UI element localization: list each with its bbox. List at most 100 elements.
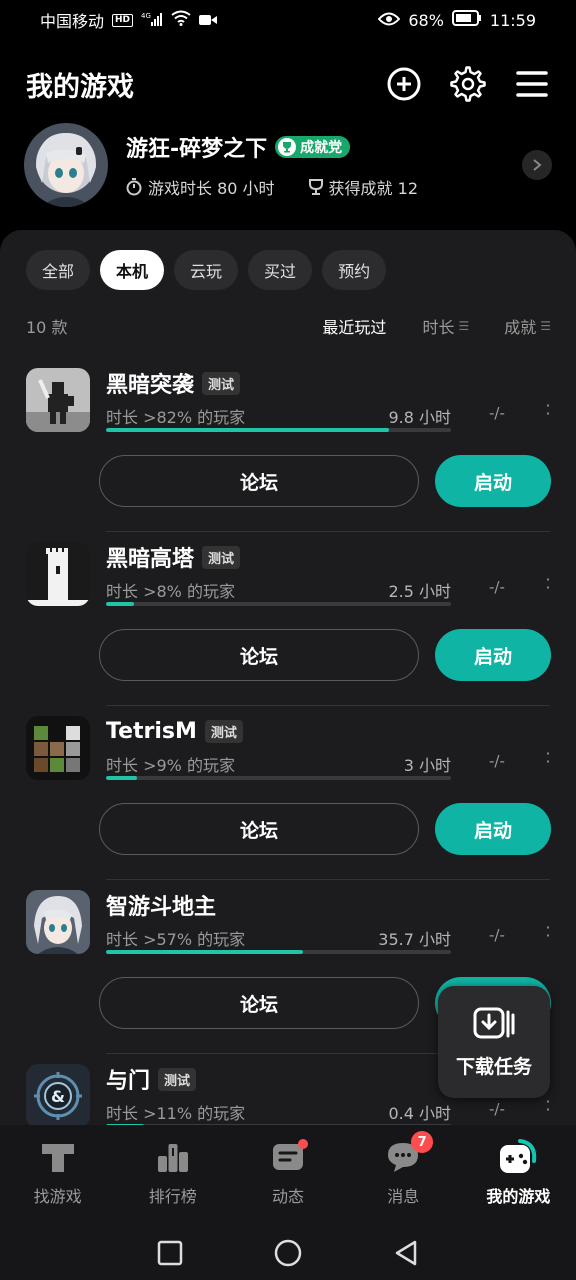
game-icon-dark-tower[interactable] [26, 542, 90, 606]
game-name[interactable]: 与门 [106, 1063, 150, 1095]
progress-fill [106, 776, 138, 780]
game-count: 10 款 [26, 318, 68, 337]
avatar[interactable] [24, 123, 108, 207]
start-button[interactable]: 启动 [435, 455, 551, 507]
status-bar: 中国移动 HD 4G 68% 11:59 [0, 0, 576, 40]
game-icon-dark-raid[interactable] [26, 368, 90, 432]
recent-apps-icon[interactable] [157, 1240, 183, 1266]
ranking-icon [157, 1144, 188, 1172]
sort-duration-label: 时长 [422, 318, 455, 337]
download-tasks-label: 下载任务 [455, 1055, 532, 1078]
hamburger-icon [516, 71, 548, 97]
nav-label: 排行榜 [148, 1187, 197, 1206]
achievement-badge[interactable]: 成就党 [275, 136, 351, 158]
game-icon-tetrism[interactable] [26, 716, 90, 780]
svg-text:4G: 4G [141, 12, 151, 20]
hd-icon: HD [112, 13, 134, 27]
menu-button[interactable] [514, 66, 550, 102]
playtime-percentile: 时长 >11% 的玩家 [106, 1104, 246, 1123]
filter-cloud[interactable]: 云玩 [174, 250, 239, 290]
filter-reserved[interactable]: 预约 [322, 250, 387, 290]
sort-icon: ☰ [540, 319, 551, 333]
playtime-percentile: 时长 >82% 的玩家 [106, 408, 246, 427]
stopwatch-icon [126, 178, 142, 196]
playtime-stat: 游戏时长 80 小时 [148, 179, 275, 198]
more-options-icon[interactable]: · · [543, 746, 553, 770]
nav-find-games[interactable]: 找游戏 [0, 1125, 115, 1225]
download-icon [473, 1007, 515, 1038]
progress-fill [106, 428, 389, 432]
test-tag: 测试 [202, 545, 241, 569]
forum-button[interactable]: 论坛 [99, 455, 419, 507]
sort-achievement-label: 成就 [504, 318, 537, 337]
sort-achievement[interactable]: 成就 ☰ [504, 314, 551, 338]
game-name[interactable]: 黑暗突袭 [106, 367, 194, 399]
filter-local[interactable]: 本机 [100, 250, 165, 290]
home-icon[interactable] [273, 1238, 303, 1268]
nav-label: 我的游戏 [486, 1187, 551, 1206]
filter-tabs: 全部 本机 云玩 买过 预约 [26, 250, 387, 290]
progress-fill [106, 950, 303, 954]
achievement-stat: 获得成就 12 [328, 179, 418, 198]
playtime-progress [106, 428, 451, 432]
page-header: 我的游戏 [26, 58, 550, 110]
playtime-progress [106, 602, 451, 606]
cup-icon [308, 179, 323, 195]
start-button[interactable]: 启动 [435, 803, 551, 855]
chevron-right-icon [533, 159, 542, 171]
more-options-icon[interactable]: · · [543, 1094, 553, 1118]
nav-label: 动态 [272, 1187, 305, 1206]
more-options-icon[interactable]: · · [543, 398, 553, 422]
playtime-percentile: 时长 >9% 的玩家 [106, 756, 235, 775]
game-name[interactable]: 智游斗地主 [106, 889, 216, 921]
forum-button[interactable]: 论坛 [99, 629, 419, 681]
sort-duration[interactable]: 时长 ☰ [422, 314, 469, 338]
gamepad-icon [500, 1139, 537, 1173]
settings-button[interactable] [450, 66, 486, 102]
filter-all[interactable]: 全部 [26, 250, 91, 290]
clock: 11:59 [489, 10, 536, 30]
nav-messages[interactable]: 7 消息 [346, 1125, 461, 1225]
more-options-icon[interactable]: · · [543, 920, 553, 944]
test-tag: 测试 [202, 371, 241, 395]
start-button[interactable]: 启动 [435, 629, 551, 681]
play-hours: 0.4 小时 [388, 1104, 451, 1123]
badge-label: 成就党 [300, 140, 343, 156]
eye-icon [377, 11, 401, 30]
play-hours: 2.5 小时 [388, 582, 451, 601]
forum-button[interactable]: 论坛 [99, 803, 419, 855]
game-icon-landlord[interactable] [26, 890, 90, 954]
profile-arrow-button[interactable] [522, 150, 552, 180]
bottom-nav: 找游戏 排行榜 动态 7 消息 我的游戏 [0, 1125, 576, 1225]
nav-ranking[interactable]: 排行榜 [115, 1125, 230, 1225]
playtime-percentile: 时长 >8% 的玩家 [106, 582, 235, 601]
game-item[interactable]: TetrisM 测试 时长 >9% 的玩家 3 小时 -/- · · 论坛 启动 [0, 706, 576, 880]
nav-label: 找游戏 [33, 1187, 82, 1206]
achievement-count: -/- [489, 1100, 505, 1118]
play-hours: 35.7 小时 [378, 930, 451, 949]
nav-label: 消息 [387, 1187, 420, 1206]
profile-card[interactable]: 游狂-碎梦之下 成就党 游戏时长 80 小时 获得成就 12 [24, 122, 552, 208]
achievement-count: -/- [489, 404, 505, 422]
forum-button[interactable]: 论坛 [99, 977, 419, 1029]
page-title: 我的游戏 [26, 71, 134, 103]
back-icon[interactable] [393, 1239, 419, 1267]
add-game-button[interactable] [386, 66, 422, 102]
nav-my-games[interactable]: 我的游戏 [461, 1125, 576, 1225]
game-name[interactable]: TetrisM [106, 719, 197, 744]
test-tag: 测试 [158, 1067, 197, 1091]
test-tag: 测试 [204, 719, 243, 743]
achievement-count: -/- [489, 578, 505, 596]
download-tasks-button[interactable]: 下载任务 [438, 986, 550, 1098]
game-name[interactable]: 黑暗高塔 [106, 541, 194, 573]
game-item[interactable]: 黑暗突袭 测试 时长 >82% 的玩家 9.8 小时 -/- · · 论坛 启动 [0, 358, 576, 532]
playtime-progress [106, 776, 451, 780]
video-record-icon [199, 11, 218, 30]
play-hours: 3 小时 [403, 756, 451, 775]
game-icon-and-gate[interactable]: & [26, 1064, 90, 1125]
sort-recent[interactable]: 最近玩过 [322, 314, 386, 338]
game-item[interactable]: 黑暗高塔 测试 时长 >8% 的玩家 2.5 小时 -/- · · 论坛 启动 [0, 532, 576, 706]
nav-feed[interactable]: 动态 [230, 1125, 345, 1225]
more-options-icon[interactable]: · · [543, 572, 553, 596]
filter-purchased[interactable]: 买过 [248, 250, 313, 290]
